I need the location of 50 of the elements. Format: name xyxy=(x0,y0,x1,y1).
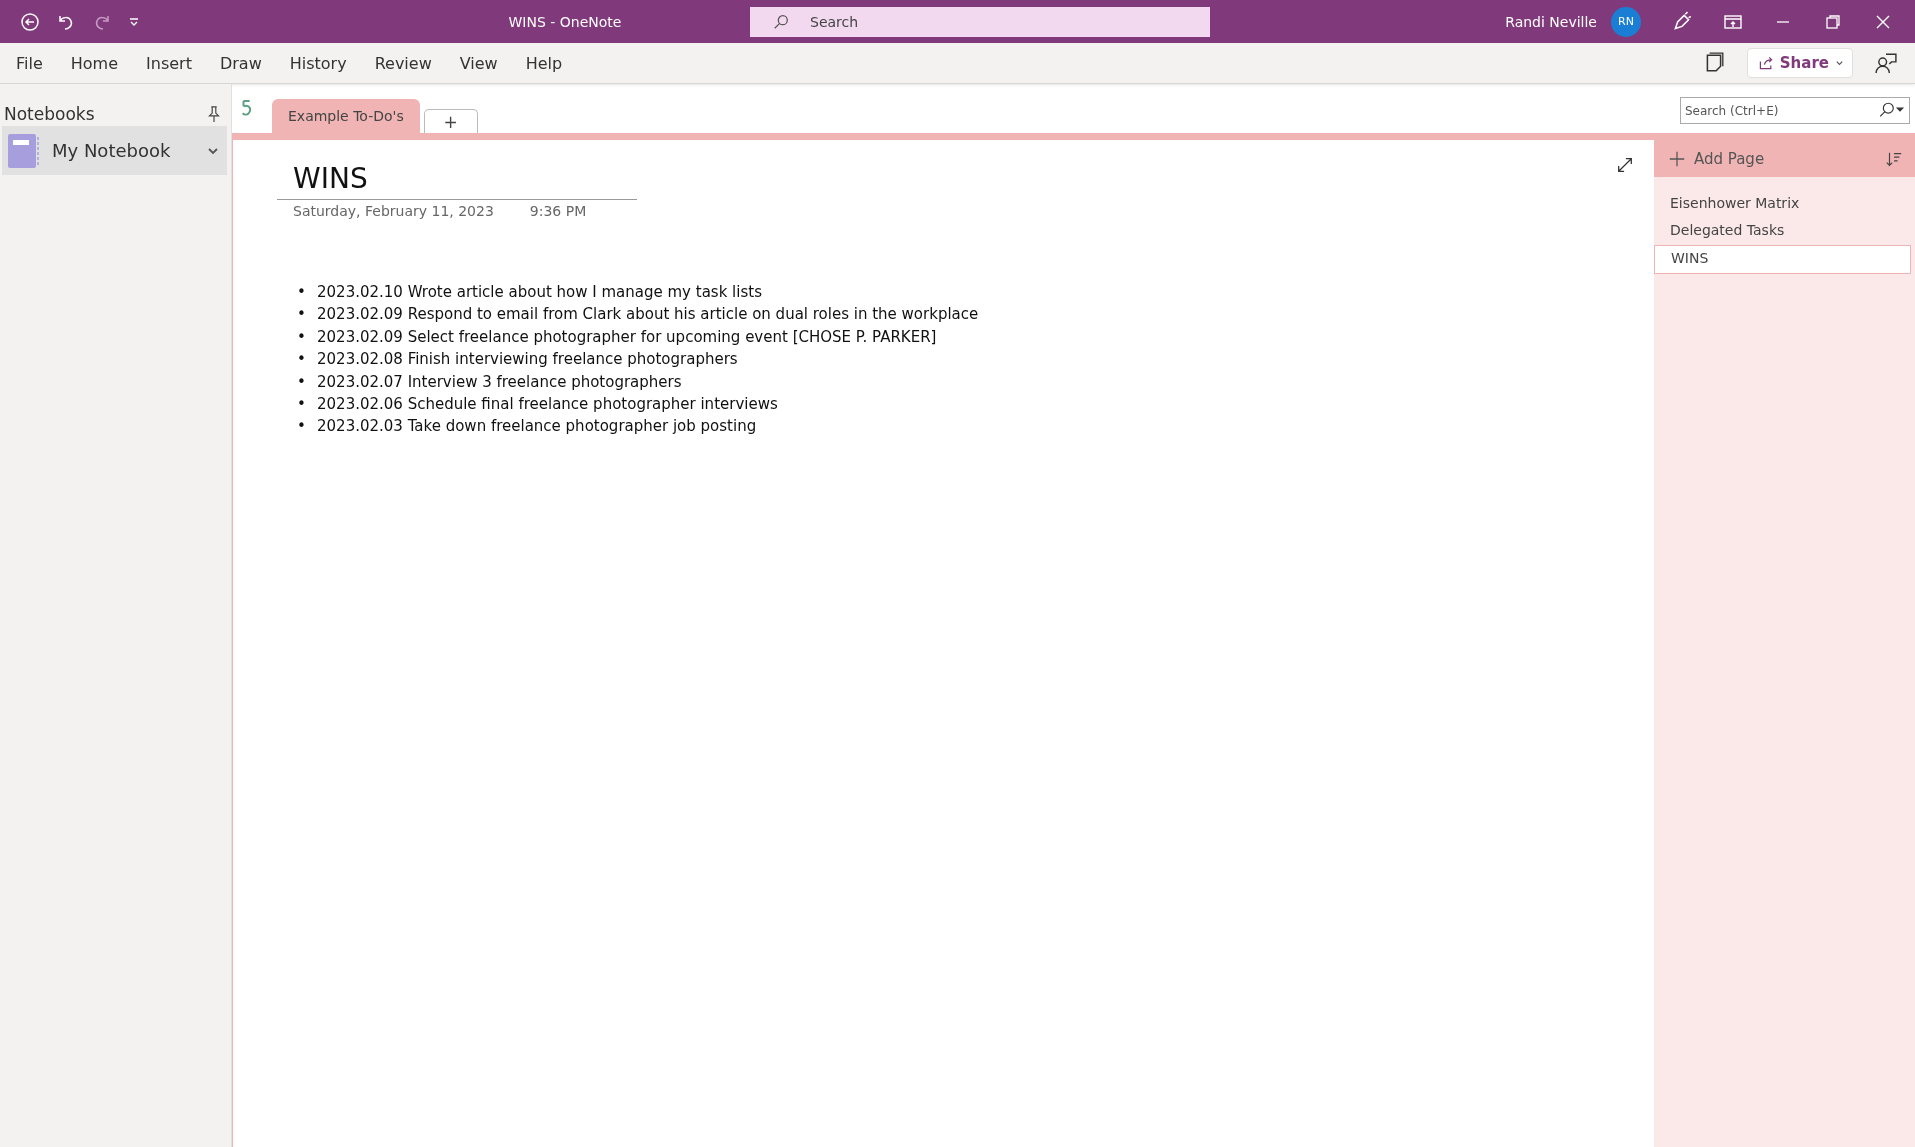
bullet-marker: • xyxy=(297,416,305,438)
pen-icon[interactable] xyxy=(1671,10,1693,33)
bullet-marker: • xyxy=(297,349,305,371)
plus-icon xyxy=(1668,149,1686,168)
share-button[interactable]: Share xyxy=(1746,48,1853,78)
page-item[interactable]: WINS xyxy=(1654,245,1911,274)
back-icon[interactable] xyxy=(20,11,40,32)
bullet-marker: • xyxy=(297,326,305,348)
bullet-item: 2023.02.10 Wrote article about how I manage my task lists xyxy=(317,282,762,303)
notebook-icon xyxy=(8,133,40,168)
menu-tab[interactable]: View xyxy=(449,47,508,79)
bullet-item: 2023.02.09 Select freelance photographer for upcoming event [CHOSE P. PARKER] xyxy=(317,326,937,348)
menu-tab[interactable]: Review xyxy=(364,47,442,79)
menu-tab[interactable]: History xyxy=(279,47,357,79)
search-icon xyxy=(772,12,790,31)
page-title[interactable]: WINS xyxy=(277,162,637,200)
bullet-marker: • xyxy=(297,304,305,326)
bullet-marker: • xyxy=(297,282,305,303)
bullet-marker: • xyxy=(297,371,305,393)
share-icon xyxy=(1757,55,1774,71)
add-page-button[interactable]: Add Page xyxy=(1654,140,1915,177)
section-tab[interactable]: Example To-Do's xyxy=(272,99,420,133)
page-search-field[interactable]: Search (Ctrl+E) xyxy=(1680,97,1910,124)
page-date: Saturday, February 11, 2023 xyxy=(293,203,494,219)
menu-tab[interactable]: File xyxy=(6,47,53,79)
window-title: WINS - OneNote xyxy=(507,13,623,30)
customize-caret-icon[interactable] xyxy=(128,15,140,28)
page-time: 9:36 PM xyxy=(529,203,587,219)
menu-tab[interactable]: Home xyxy=(60,47,129,79)
bullet-item: 2023.02.08 Finish interviewing freelance photographers xyxy=(317,349,738,371)
search-field[interactable]: Search xyxy=(750,6,1210,37)
notebook-item[interactable]: My Notebook xyxy=(2,126,227,175)
bullet-item: 2023.02.09 Respond to email from Clark about his article on dual roles in the workplace xyxy=(317,304,979,326)
menu-tab[interactable]: Insert xyxy=(136,47,202,79)
menu-tab[interactable]: Draw xyxy=(209,47,272,79)
bullet-item: 2023.02.07 Interview 3 freelance photographers xyxy=(317,371,682,393)
feedback-person-icon[interactable] xyxy=(1875,52,1897,74)
user-name: Randi Neville xyxy=(1505,13,1597,30)
page-item[interactable]: Eisenhower Matrix xyxy=(1654,191,1915,218)
bullet-marker: • xyxy=(297,394,305,416)
user-avatar[interactable]: RN xyxy=(1611,6,1641,37)
bullet-item: 2023.02.03 Take down freelance photographer job posting xyxy=(317,416,757,438)
page-item[interactable]: Delegated Tasks xyxy=(1654,218,1915,245)
menu-tab[interactable]: Help xyxy=(515,47,573,79)
expand-icon[interactable] xyxy=(1616,156,1634,174)
add-section-tab[interactable]: + xyxy=(423,109,478,133)
bullet-item: 2023.02.06 Schedule final freelance photographer interviews xyxy=(317,394,778,416)
notebooks-title: Notebooks xyxy=(4,104,95,124)
caret-icon xyxy=(1835,58,1844,68)
notebook-name: My Notebook xyxy=(52,140,172,161)
